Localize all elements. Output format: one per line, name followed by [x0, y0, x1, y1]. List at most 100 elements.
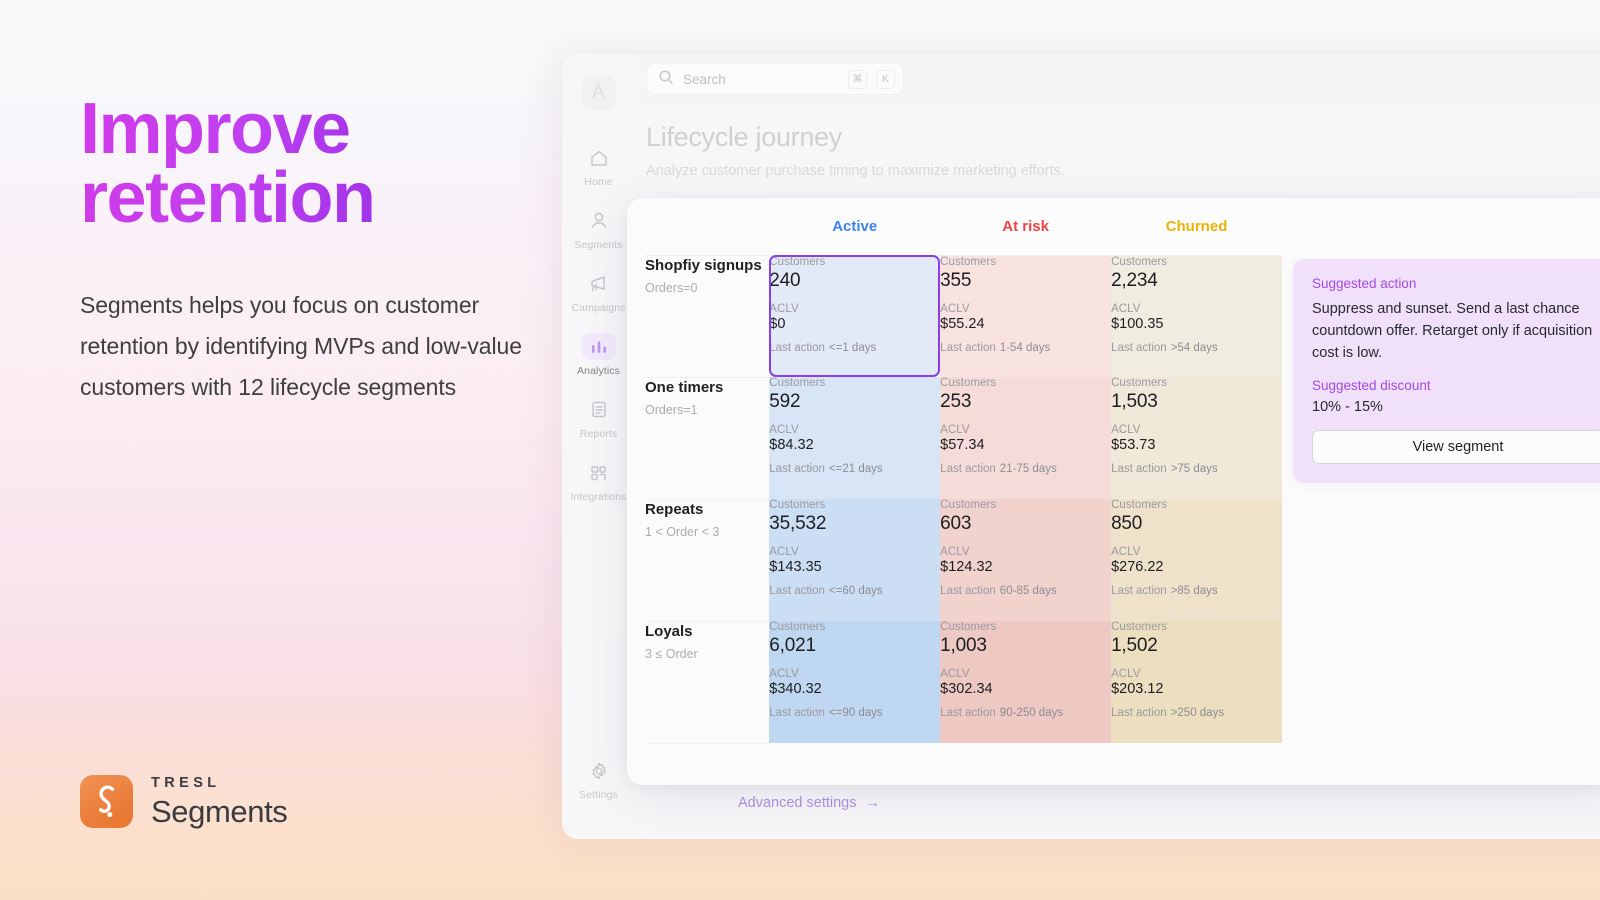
- customers-label: Customers: [1111, 377, 1168, 389]
- advanced-settings-link[interactable]: Advanced settings →: [738, 795, 880, 811]
- customers-value: 1,003: [940, 635, 987, 656]
- sidebar-item-home[interactable]: Home: [562, 137, 635, 197]
- customers-value: 240: [769, 269, 801, 291]
- aclv-value: $100.35: [1111, 315, 1164, 332]
- row-title: Repeats: [645, 500, 704, 518]
- last-action-value: >75 days: [1170, 463, 1218, 475]
- person-icon: [582, 207, 616, 234]
- table-row: One timers Orders=1 Customers 592 ACLV $…: [645, 377, 1282, 500]
- last-action-value: 90-250 days: [999, 707, 1064, 719]
- last-action: Last action 1-54 days: [940, 342, 1111, 354]
- marketing-subcopy: Segments helps you focus on customer ret…: [80, 292, 522, 401]
- last-action-label: Last action: [940, 707, 996, 719]
- customers-value: 355: [940, 269, 972, 291]
- table-row: Shopfiy signups Orders=0 Customers 240 A…: [645, 255, 1282, 378]
- last-action: Last action 60-85 days: [940, 585, 1111, 597]
- aclv-value: $0: [769, 315, 786, 332]
- last-action: Last action >54 days: [1111, 342, 1282, 354]
- page-headline: Improve retention: [80, 95, 550, 233]
- cell-one-timers-at-risk[interactable]: Customers 253 ACLV $57.34 Last action 21-…: [940, 377, 1112, 499]
- headline-line-2: retention: [80, 158, 375, 239]
- column-header-at-risk[interactable]: At risk: [940, 198, 1112, 256]
- cell-one-timers-churned[interactable]: Customers 1,503 ACLV $53.73 Last action >…: [1111, 377, 1282, 499]
- customers-label: Customers: [769, 255, 826, 268]
- last-action: Last action <=90 days: [769, 707, 940, 719]
- customers-value: 35,532: [769, 513, 827, 534]
- brand-logo: TRESL Segments: [80, 775, 288, 828]
- table-row: Repeats 1 < Order < 3 Customers 35,532 A…: [645, 499, 1282, 622]
- customers-label: Customers: [940, 621, 997, 633]
- sidebar-item-campaigns[interactable]: Campaigns: [562, 263, 635, 323]
- last-action-label: Last action: [769, 463, 825, 475]
- customers-value: 850: [1111, 513, 1143, 534]
- sidebar-item-reports[interactable]: Reports: [562, 389, 635, 449]
- customers-label: Customers: [1111, 499, 1168, 511]
- row-header-one-timers: One timers Orders=1: [645, 377, 770, 500]
- sidebar-item-integrations[interactable]: Integrations: [562, 452, 635, 512]
- column-header-active[interactable]: Active: [769, 198, 941, 256]
- gear-icon: [582, 757, 616, 784]
- row-title: Shopfiy signups: [645, 256, 762, 274]
- last-action-label: Last action: [940, 463, 996, 475]
- last-action-value: >250 days: [1170, 707, 1225, 719]
- cell-one-timers-active[interactable]: Customers 592 ACLV $84.32 Last action <=2…: [769, 377, 941, 499]
- view-segment-button[interactable]: View segment: [1312, 430, 1600, 465]
- cell-shopfiy-signups-active[interactable]: Customers 240 ACLV $0 Last action <=1 day…: [769, 255, 941, 377]
- cell-loyals-at-risk[interactable]: Customers 1,003 ACLV $302.34 Last action…: [940, 621, 1112, 743]
- aclv-value: $340.32: [769, 681, 822, 697]
- last-action-value: 1-54 days: [999, 341, 1051, 354]
- shortcut-letter-key: K: [876, 69, 895, 89]
- app-topbar: Search ⌘ K Trial ends in 2 d: [635, 54, 1600, 104]
- row-title: One timers: [645, 378, 724, 396]
- customers-label: Customers: [940, 499, 997, 511]
- tresl-logo-mark-icon: [80, 775, 133, 828]
- cell-shopfiy-signups-at-risk[interactable]: Customers 355 ACLV $55.24 Last action 1-5…: [940, 255, 1112, 377]
- cell-shopfiy-signups-churned[interactable]: Customers 2,234 ACLV $100.35 Last action…: [1111, 255, 1282, 377]
- aclv-label: ACLV: [1111, 302, 1141, 315]
- aclv-label: ACLV: [769, 302, 799, 315]
- cell-repeats-churned[interactable]: Customers 850 ACLV $276.22 Last action >8…: [1111, 499, 1282, 621]
- last-action: Last action >75 days: [1111, 463, 1282, 475]
- puzzle-icon: [582, 459, 616, 486]
- bar-chart-icon: [581, 333, 616, 360]
- sidebar-item-analytics[interactable]: Analytics: [562, 326, 635, 386]
- customers-value: 592: [769, 391, 801, 412]
- aclv-value: $57.34: [940, 437, 985, 453]
- sidebar-item-segments[interactable]: Segments: [562, 200, 635, 260]
- last-action-label: Last action: [1111, 707, 1167, 719]
- advanced-settings-label: Advanced settings: [738, 795, 857, 811]
- last-action-value: 60-85 days: [999, 585, 1057, 597]
- search-input[interactable]: Search ⌘ K: [646, 63, 904, 95]
- cell-loyals-churned[interactable]: Customers 1,502 ACLV $203.12 Last action…: [1111, 621, 1282, 743]
- column-header-churned[interactable]: Churned: [1111, 198, 1282, 256]
- cell-loyals-active[interactable]: Customers 6,021 ACLV $340.32 Last action…: [769, 621, 941, 743]
- search-icon: [658, 69, 674, 90]
- arrow-right-icon: →: [865, 795, 881, 811]
- sidebar-label-segments: Segments: [574, 239, 623, 251]
- aclv-label: ACLV: [940, 546, 970, 558]
- suggested-action-label: Suggested action: [1312, 276, 1417, 291]
- lifecycle-table: Active At risk Churned Shopfiy signups O…: [645, 198, 1282, 744]
- row-title: Loyals: [645, 622, 693, 640]
- aclv-value: $124.32: [940, 559, 993, 575]
- aclv-value: $276.22: [1111, 559, 1164, 575]
- row-criteria: 3 ≤ Order: [645, 647, 698, 661]
- aclv-label: ACLV: [940, 668, 970, 680]
- sidebar-label-integrations: Integrations: [570, 491, 627, 503]
- avatar[interactable]: A: [581, 76, 616, 110]
- aclv-label: ACLV: [940, 424, 970, 436]
- table-row: Loyals 3 ≤ Order Customers 6,021 ACLV $3…: [645, 621, 1282, 744]
- shortcut-modifier-key: ⌘: [848, 69, 867, 89]
- cell-repeats-at-risk[interactable]: Customers 603 ACLV $124.32 Last action 60…: [940, 499, 1112, 621]
- page-subtitle: Analyze customer purchase timing to maxi…: [646, 163, 1065, 179]
- cell-repeats-active[interactable]: Customers 35,532 ACLV $143.35 Last actio…: [769, 499, 941, 621]
- customers-label: Customers: [940, 377, 997, 389]
- last-action: Last action >250 days: [1111, 707, 1282, 719]
- sidebar-item-settings[interactable]: Settings: [562, 750, 635, 810]
- last-action-label: Last action: [940, 341, 996, 354]
- last-action-label: Last action: [940, 585, 996, 597]
- aclv-value: $302.34: [940, 681, 993, 697]
- row-header-shopfiy-signups: Shopfiy signups Orders=0: [645, 255, 770, 378]
- aclv-label: ACLV: [1111, 546, 1141, 558]
- last-action-value: <=90 days: [828, 707, 883, 719]
